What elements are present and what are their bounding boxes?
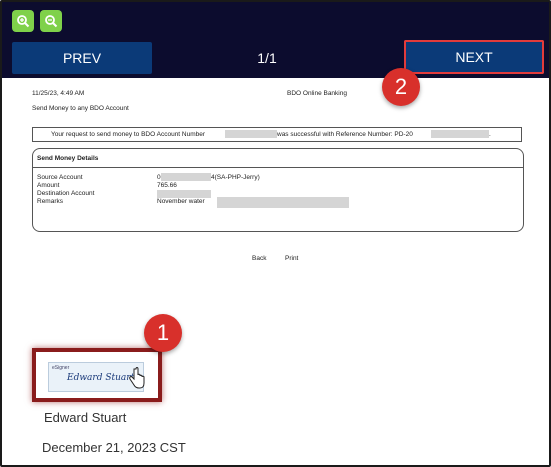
label-remarks: Remarks	[37, 198, 64, 205]
step-callout-2: 2	[382, 68, 420, 106]
zoom-in-button[interactable]	[12, 10, 34, 32]
signature-field[interactable]: eSigner Edward Stuart	[32, 348, 162, 402]
receipt-timestamp: 11/25/23, 4:49 AM	[32, 90, 85, 97]
esigner-brand: eSigner	[52, 365, 70, 371]
redacted-destination-account	[157, 190, 211, 198]
print-link[interactable]: Print	[285, 255, 298, 262]
prev-button[interactable]: PREV	[12, 42, 152, 74]
details-title: Send Money Details	[37, 155, 99, 162]
receipt-heading: Send Money to any BDO Account	[32, 105, 129, 112]
label-source-account: Source Account	[37, 174, 83, 181]
message-suffix: .	[489, 131, 491, 138]
script-signature: Edward Stuart	[67, 373, 135, 383]
redacted-account-number	[225, 130, 277, 138]
redacted-source-account	[161, 173, 211, 181]
viewer-toolbar: PREV 1/1 NEXT	[2, 2, 549, 78]
confirmation-message-box: Your request to send money to BDO Accoun…	[32, 127, 522, 142]
signer-name: Edward Stuart	[44, 410, 127, 425]
value-remarks: November water	[157, 198, 205, 205]
back-link[interactable]: Back	[252, 255, 266, 262]
zoom-out-button[interactable]	[40, 10, 62, 32]
step-callout-1: 1	[144, 314, 182, 352]
esigner-signature-card[interactable]: eSigner Edward Stuart	[48, 362, 145, 392]
send-money-details-panel: Send Money Details Source Account Amount…	[32, 148, 524, 232]
page-indicator: 1/1	[257, 50, 277, 66]
zoom-in-icon	[17, 15, 30, 28]
label-amount: Amount	[37, 182, 60, 189]
signature-date: December 21, 2023 CST	[42, 440, 186, 455]
next-button[interactable]: NEXT	[404, 40, 544, 74]
hand-cursor-icon	[129, 367, 145, 389]
redacted-reference	[431, 130, 489, 138]
value-source-suffix: 4(SA-PHP-Jerry)	[211, 174, 260, 181]
document-page: 11/25/23, 4:49 AM BDO Online Banking Sen…	[2, 78, 549, 465]
message-middle: was successful with Reference Number: PD…	[277, 131, 413, 138]
details-divider	[33, 167, 523, 168]
message-prefix: Your request to send money to BDO Accoun…	[51, 131, 206, 138]
label-destination-account: Destination Account	[37, 190, 95, 197]
zoom-out-icon	[45, 15, 58, 28]
value-amount: 765.66	[157, 182, 177, 189]
redacted-remarks	[217, 197, 349, 208]
receipt-site-name: BDO Online Banking	[287, 90, 347, 97]
document-viewer: PREV 1/1 NEXT 11/25/23, 4:49 AM BDO Onli…	[0, 0, 551, 467]
